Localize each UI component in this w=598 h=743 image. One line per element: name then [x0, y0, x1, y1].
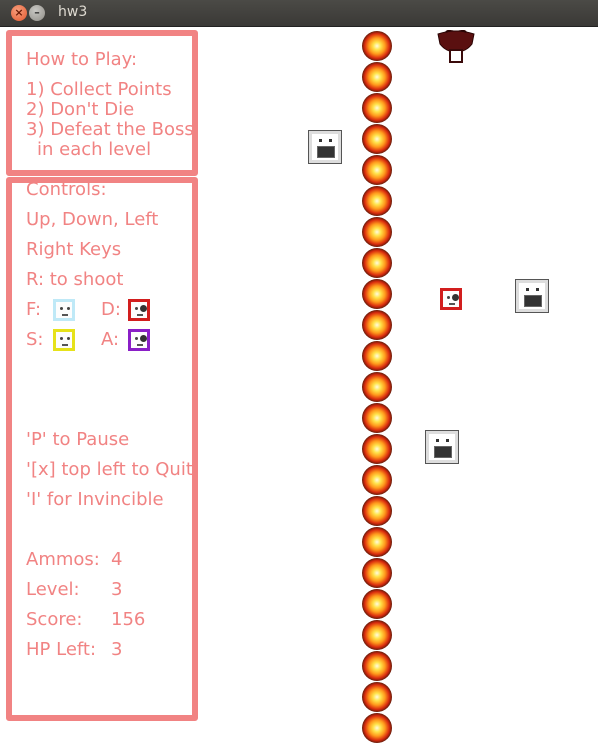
controls-line-3: R: to shoot	[26, 269, 124, 290]
key-a-label: A:	[101, 329, 120, 350]
howto-line-1: 1) Collect Points	[26, 79, 172, 100]
fireball-icon	[362, 589, 392, 619]
fireball-icon	[362, 124, 392, 154]
fireball-icon	[362, 372, 392, 402]
weapon-f-icon	[53, 299, 75, 321]
box-enemy-icon	[515, 279, 549, 313]
fireball-icon	[362, 31, 392, 61]
fireball-icon	[362, 620, 392, 650]
hp-value: 3	[111, 639, 123, 660]
fireball-icon	[362, 403, 392, 433]
fireball-icon	[362, 155, 392, 185]
quit-hint: '[x] top left to Quit	[26, 459, 193, 480]
fireball-icon	[362, 434, 392, 464]
score-value: 156	[111, 609, 146, 630]
level-label: Level:	[26, 579, 80, 600]
window-titlebar: × – hw3	[0, 0, 598, 27]
pause-hint: 'P' to Pause	[26, 429, 130, 450]
close-icon[interactable]: ×	[11, 5, 27, 21]
howto-line-2: 2) Don't Die	[26, 99, 135, 120]
fireball-icon	[362, 558, 392, 588]
fireball-icon	[362, 527, 392, 557]
ammo-value: 4	[111, 549, 123, 570]
game-area[interactable]: How to Play: 1) Collect Points 2) Don't …	[0, 27, 598, 743]
fireball-icon	[362, 93, 392, 123]
key-d-label: D:	[101, 299, 121, 320]
fireball-icon	[362, 496, 392, 526]
score-label: Score:	[26, 609, 83, 630]
level-value: 3	[111, 579, 123, 600]
ammo-label: Ammos:	[26, 549, 100, 570]
red-enemy-icon	[440, 288, 462, 310]
key-f-label: F:	[26, 299, 42, 320]
fireball-icon	[362, 682, 392, 712]
weapon-a-icon	[128, 329, 150, 351]
fireball-icon	[362, 651, 392, 681]
box-enemy-icon	[308, 130, 342, 164]
fireball-icon	[362, 186, 392, 216]
fireball-icon	[362, 310, 392, 340]
key-s-label: S:	[26, 329, 44, 350]
fireball-icon	[362, 248, 392, 278]
boss-icon	[437, 30, 475, 63]
minimize-icon[interactable]: –	[29, 5, 45, 21]
fireball-icon	[362, 217, 392, 247]
weapon-d-icon	[128, 299, 150, 321]
box-enemy-icon	[425, 430, 459, 464]
fireball-icon	[362, 713, 392, 743]
fireball-icon	[362, 62, 392, 92]
invincible-hint: 'I' for Invincible	[26, 489, 164, 510]
controls-heading: Controls:	[26, 179, 107, 200]
howto-line-4: in each level	[37, 139, 152, 160]
weapon-s-icon	[53, 329, 75, 351]
fireball-icon	[362, 465, 392, 495]
controls-line-1: Up, Down, Left	[26, 209, 159, 230]
controls-line-2: Right Keys	[26, 239, 122, 260]
howto-heading: How to Play:	[26, 49, 138, 70]
hp-label: HP Left:	[26, 639, 97, 660]
fireball-icon	[362, 279, 392, 309]
howto-line-3: 3) Defeat the Boss	[26, 119, 194, 140]
fireball-icon	[362, 341, 392, 371]
window-title: hw3	[58, 4, 88, 20]
